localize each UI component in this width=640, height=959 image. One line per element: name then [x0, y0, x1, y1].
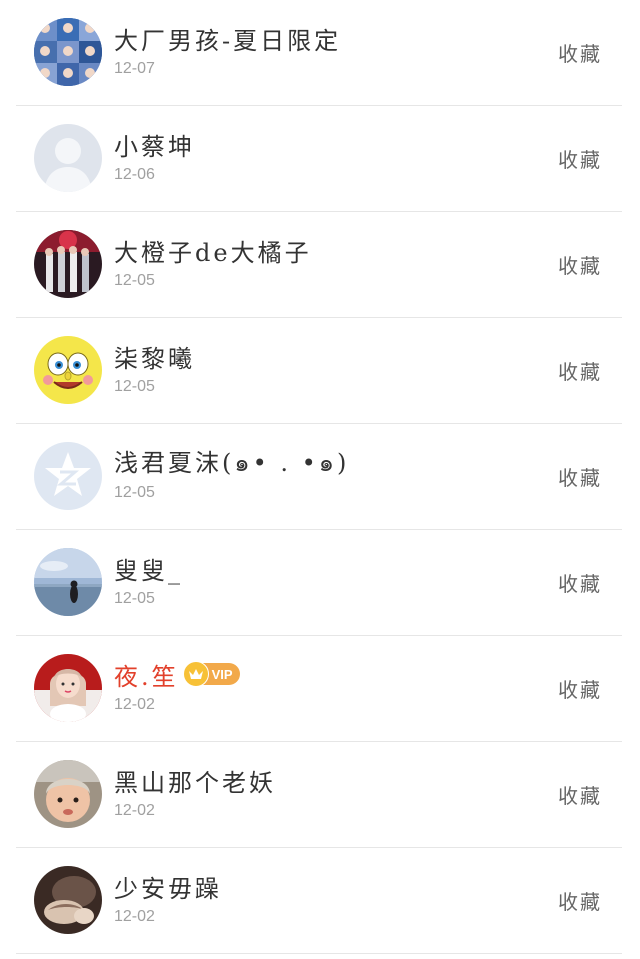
name-line: 黑山那个老妖 [114, 763, 276, 798]
name-line: 少安毋躁 [114, 869, 222, 904]
date-label: 12-02 [114, 908, 155, 925]
user-name[interactable]: 小蔡坤 [114, 127, 195, 162]
date-label: 12-07 [114, 60, 155, 77]
name-line: 小蔡坤 [114, 127, 195, 162]
qzone-star-avatar[interactable] [34, 442, 102, 510]
favorite-button[interactable]: 收藏 [558, 780, 602, 809]
favorite-button[interactable]: 收藏 [558, 674, 602, 703]
user-name[interactable]: 大厂男孩-夏日限定 [114, 21, 341, 56]
list-item[interactable]: 黑山那个老妖 12-02 收藏 [16, 742, 622, 848]
list-item[interactable]: 叟叟_ 12-05 收藏 [16, 530, 622, 636]
band-photo-avatar[interactable] [34, 230, 102, 298]
date-label: 12-02 [114, 696, 155, 713]
date-label: 12-05 [114, 378, 155, 395]
default-user-avatar[interactable] [34, 124, 102, 192]
date-label: 12-05 [114, 484, 155, 501]
girl-photo-avatar[interactable] [34, 654, 102, 722]
dark-photo-avatar[interactable] [34, 866, 102, 934]
date-label: 12-06 [114, 166, 155, 183]
list-item[interactable]: 夜.笙 VIP 12-02 收藏 [16, 636, 622, 742]
date-label: 12-05 [114, 272, 155, 289]
name-line: 大厂男孩-夏日限定 [114, 21, 341, 56]
name-line: 柒黎曦 [114, 339, 195, 374]
name-line: 浅君夏沫(๑• . •๑) [114, 446, 349, 478]
favorite-button[interactable]: 收藏 [558, 250, 602, 279]
favorite-button[interactable]: 收藏 [558, 356, 602, 385]
list-item[interactable]: 大橙子de大橘子 12-05 收藏 [16, 212, 622, 318]
list-item[interactable]: 少安毋躁 12-02 收藏 [16, 848, 622, 954]
name-line: 叟叟_ [114, 551, 183, 586]
list-item[interactable]: 浅君夏沫(๑• . •๑) 12-05 收藏 [16, 424, 622, 530]
baby-photo-avatar[interactable] [34, 760, 102, 828]
favorite-button[interactable]: 收藏 [558, 38, 602, 67]
spongebob-avatar[interactable] [34, 336, 102, 404]
user-name[interactable]: 浅君夏沫(๑• . •๑) [114, 443, 349, 482]
user-name[interactable]: 夜.笙 [114, 657, 179, 692]
list-item[interactable]: 小蔡坤 12-06 收藏 [16, 106, 622, 212]
list-item[interactable]: 大厂男孩-夏日限定 12-07 收藏 [16, 0, 622, 106]
name-line: 大橙子de大橘子 [114, 233, 312, 268]
user-name[interactable]: 大橙子de大橘子 [114, 233, 312, 268]
group-photo-avatar[interactable] [34, 18, 102, 86]
user-name[interactable]: 黑山那个老妖 [114, 763, 276, 798]
favorites-list: 大厂男孩-夏日限定 12-07 收藏 小蔡坤 12-06 收藏 大橙子de大橘子… [0, 0, 640, 959]
favorite-button[interactable]: 收藏 [558, 886, 602, 915]
vip-label: VIP [211, 666, 233, 682]
favorite-button[interactable]: 收藏 [558, 144, 602, 173]
user-name[interactable]: 叟叟_ [114, 551, 183, 586]
vip-badge: VIP [182, 661, 240, 687]
user-name[interactable]: 柒黎曦 [114, 339, 195, 374]
seaside-avatar[interactable] [34, 548, 102, 616]
date-label: 12-05 [114, 590, 155, 607]
favorite-button[interactable]: 收藏 [558, 568, 602, 597]
user-name[interactable]: 少安毋躁 [114, 869, 222, 904]
favorite-button[interactable]: 收藏 [558, 462, 602, 491]
crown-icon [182, 661, 209, 687]
name-line: 夜.笙 VIP [114, 657, 240, 692]
list-item[interactable]: 柒黎曦 12-05 收藏 [16, 318, 622, 424]
date-label: 12-02 [114, 802, 155, 819]
